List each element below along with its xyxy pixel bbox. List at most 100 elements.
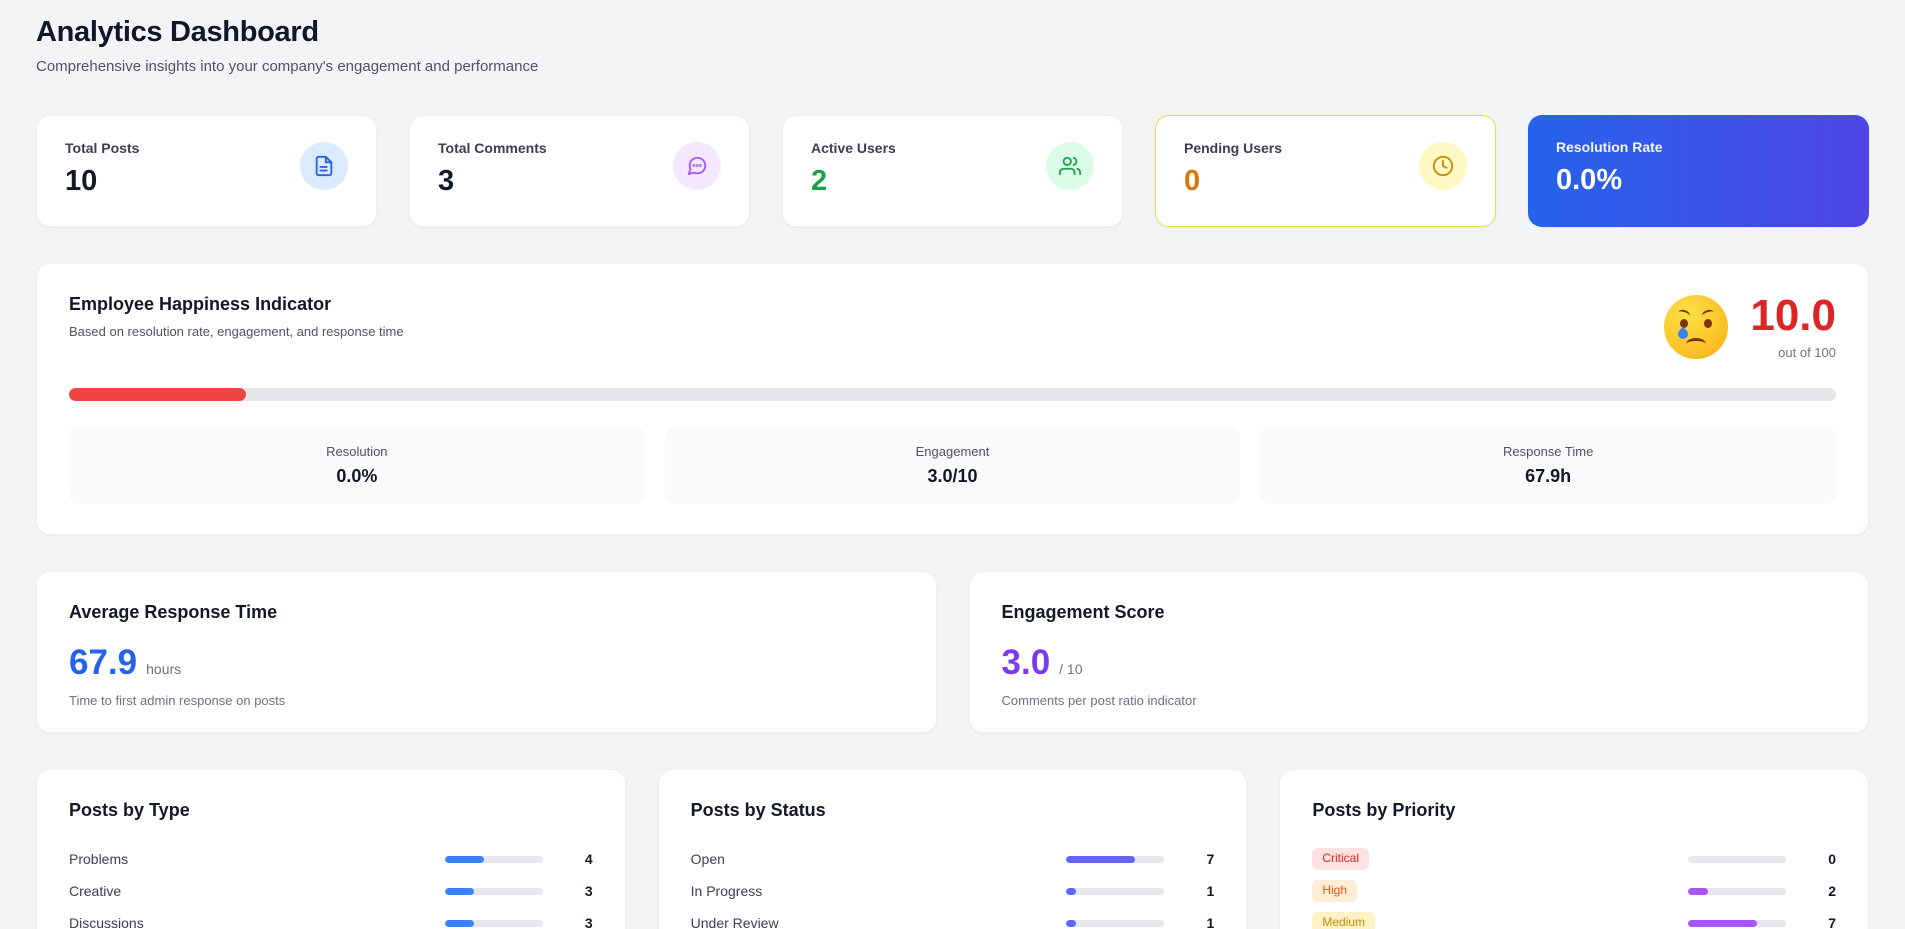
metric-value: 0.0% [336, 466, 378, 486]
bar-fill [444, 919, 475, 927]
happiness-metric-engagement: Engagement 3.0/10 [664, 427, 1241, 504]
bar-track [444, 855, 543, 863]
metric-value: 3.0/10 [927, 466, 978, 486]
priority-badge-critical: Critical [1312, 848, 1369, 870]
engagement-score-unit: / 10 [1059, 661, 1083, 677]
stat-text: Pending Users 0 [1184, 140, 1282, 198]
stat-value: 3 [438, 165, 455, 197]
metric-value-row: 3.0 / 10 [1002, 645, 1837, 680]
engagement-score-value: 3.0 [1001, 643, 1051, 682]
chart-row-label: In Progress [690, 883, 763, 899]
chart-row: Creative 3 [69, 875, 593, 907]
posts-by-type-card: Posts by Type Problems 4 Creative 3 Disc… [36, 769, 626, 929]
chart-row: In Progress 1 [691, 875, 1215, 907]
card-title: Engagement Score [1001, 602, 1165, 622]
happiness-header: Employee Happiness Indicator Based on re… [69, 294, 1836, 361]
stat-value: 2 [811, 165, 828, 197]
document-icon [300, 142, 348, 190]
stat-label: Total Posts [65, 140, 140, 156]
happiness-progress-track [69, 388, 1836, 401]
response-time-value: 67.9 [69, 643, 138, 682]
chart-row-value: 0 [1828, 851, 1836, 867]
stat-value: 0.0% [1556, 164, 1623, 196]
engagement-score-card: Engagement Score 3.0 / 10 Comments per p… [968, 571, 1869, 733]
stat-value: 0 [1184, 165, 1201, 197]
chat-bubble-icon [673, 142, 721, 190]
happiness-titles: Employee Happiness Indicator Based on re… [69, 294, 404, 339]
chart-row-value: 1 [1206, 915, 1215, 929]
chart-row-label: Critical [1312, 848, 1688, 870]
chart-row-value: 2 [1828, 883, 1836, 899]
card-description: Comments per post ratio indicator [1001, 693, 1197, 708]
metric-label: Engagement [915, 444, 990, 459]
bar-track [1066, 855, 1165, 863]
page-title: Analytics Dashboard [36, 16, 319, 48]
chart-row-label: Open [690, 851, 725, 867]
chart-row-value: 4 [584, 851, 593, 867]
chart-row: Problems 4 [69, 843, 593, 875]
chart-title: Posts by Type [69, 800, 190, 820]
stat-text: Active Users 2 [811, 140, 896, 198]
chart-row-label: Creative [69, 883, 122, 899]
happiness-subtitle: Based on resolution rate, engagement, an… [69, 324, 404, 339]
bar-track [1066, 919, 1165, 927]
stat-label: Active Users [811, 140, 896, 156]
stat-text: Total Comments 3 [438, 140, 547, 198]
happiness-score-block: 10.0 out of 100 [1664, 294, 1836, 360]
stat-card-resolution-rate: Resolution Rate 0.0% [1528, 115, 1869, 227]
happiness-metric-resolution: Resolution 0.0% [69, 427, 645, 504]
chart-row: Discussions 3 [69, 907, 593, 929]
page-subtitle: Comprehensive insights into your company… [36, 58, 539, 75]
bar-track [1688, 919, 1786, 927]
stat-value: 10 [65, 165, 98, 197]
chart-row-label: Under Review [690, 915, 779, 929]
chart-row: Open 7 [691, 843, 1215, 875]
chart-row-value: 7 [1206, 851, 1215, 867]
bar-fill [444, 855, 484, 863]
stat-card-total-posts: Total Posts 10 [36, 115, 377, 227]
metric-label: Resolution [326, 444, 388, 459]
crying-face-emoji [1664, 295, 1729, 359]
chart-row: Medium 7 [1312, 907, 1836, 929]
chart-row-value: 3 [584, 915, 593, 929]
chart-row-value: 1 [1206, 883, 1215, 899]
bar-track [1688, 887, 1786, 895]
bar-fill [1066, 919, 1077, 927]
chart-row-label: Problems [69, 851, 129, 867]
chart-row: High 2 [1312, 875, 1836, 907]
happiness-indicator-card: Employee Happiness Indicator Based on re… [36, 263, 1869, 535]
chart-row-label: Discussions [69, 915, 144, 929]
analytics-dashboard-page: Analytics Dashboard Comprehensive insigh… [0, 0, 1905, 929]
metric-value-row: 67.9 hours [69, 645, 904, 680]
metric-cards-row: Average Response Time 67.9 hours Time to… [36, 571, 1869, 733]
chart-title: Posts by Status [690, 800, 826, 820]
metric-value: 67.9h [1525, 466, 1572, 486]
bar-track [1688, 855, 1786, 863]
stat-card-pending-users: Pending Users 0 [1155, 115, 1496, 227]
users-icon [1046, 142, 1094, 190]
bar-track [444, 919, 543, 927]
bar-fill [444, 887, 475, 895]
card-description: Time to first admin response on posts [69, 693, 286, 708]
response-time-unit: hours [146, 661, 182, 677]
priority-badge-high: High [1312, 880, 1358, 902]
average-response-time-card: Average Response Time 67.9 hours Time to… [36, 571, 937, 733]
card-title: Average Response Time [69, 602, 278, 622]
happiness-title: Employee Happiness Indicator [69, 294, 332, 314]
happiness-score-col: 10.0 out of 100 [1750, 294, 1836, 361]
priority-badge-medium: Medium [1312, 912, 1376, 929]
posts-by-priority-card: Posts by Priority Critical 0 High 2 Medi… [1279, 769, 1869, 929]
happiness-metric-response-time: Response Time 67.9h [1260, 427, 1836, 504]
stat-label: Pending Users [1184, 140, 1283, 156]
page-header: Analytics Dashboard Comprehensive insigh… [36, 16, 1869, 75]
metric-label: Response Time [1503, 444, 1594, 459]
chart-row-value: 7 [1828, 915, 1836, 929]
chart-row-label: High [1312, 880, 1688, 902]
clock-icon [1419, 142, 1467, 190]
happiness-score-outof: out of 100 [1778, 345, 1836, 360]
bar-fill [1066, 855, 1135, 863]
stat-card-active-users: Active Users 2 [782, 115, 1123, 227]
posts-by-status-card: Posts by Status Open 7 In Progress 1 Und… [657, 769, 1248, 929]
chart-row-label: Medium [1312, 912, 1688, 929]
bar-track [1066, 887, 1165, 895]
